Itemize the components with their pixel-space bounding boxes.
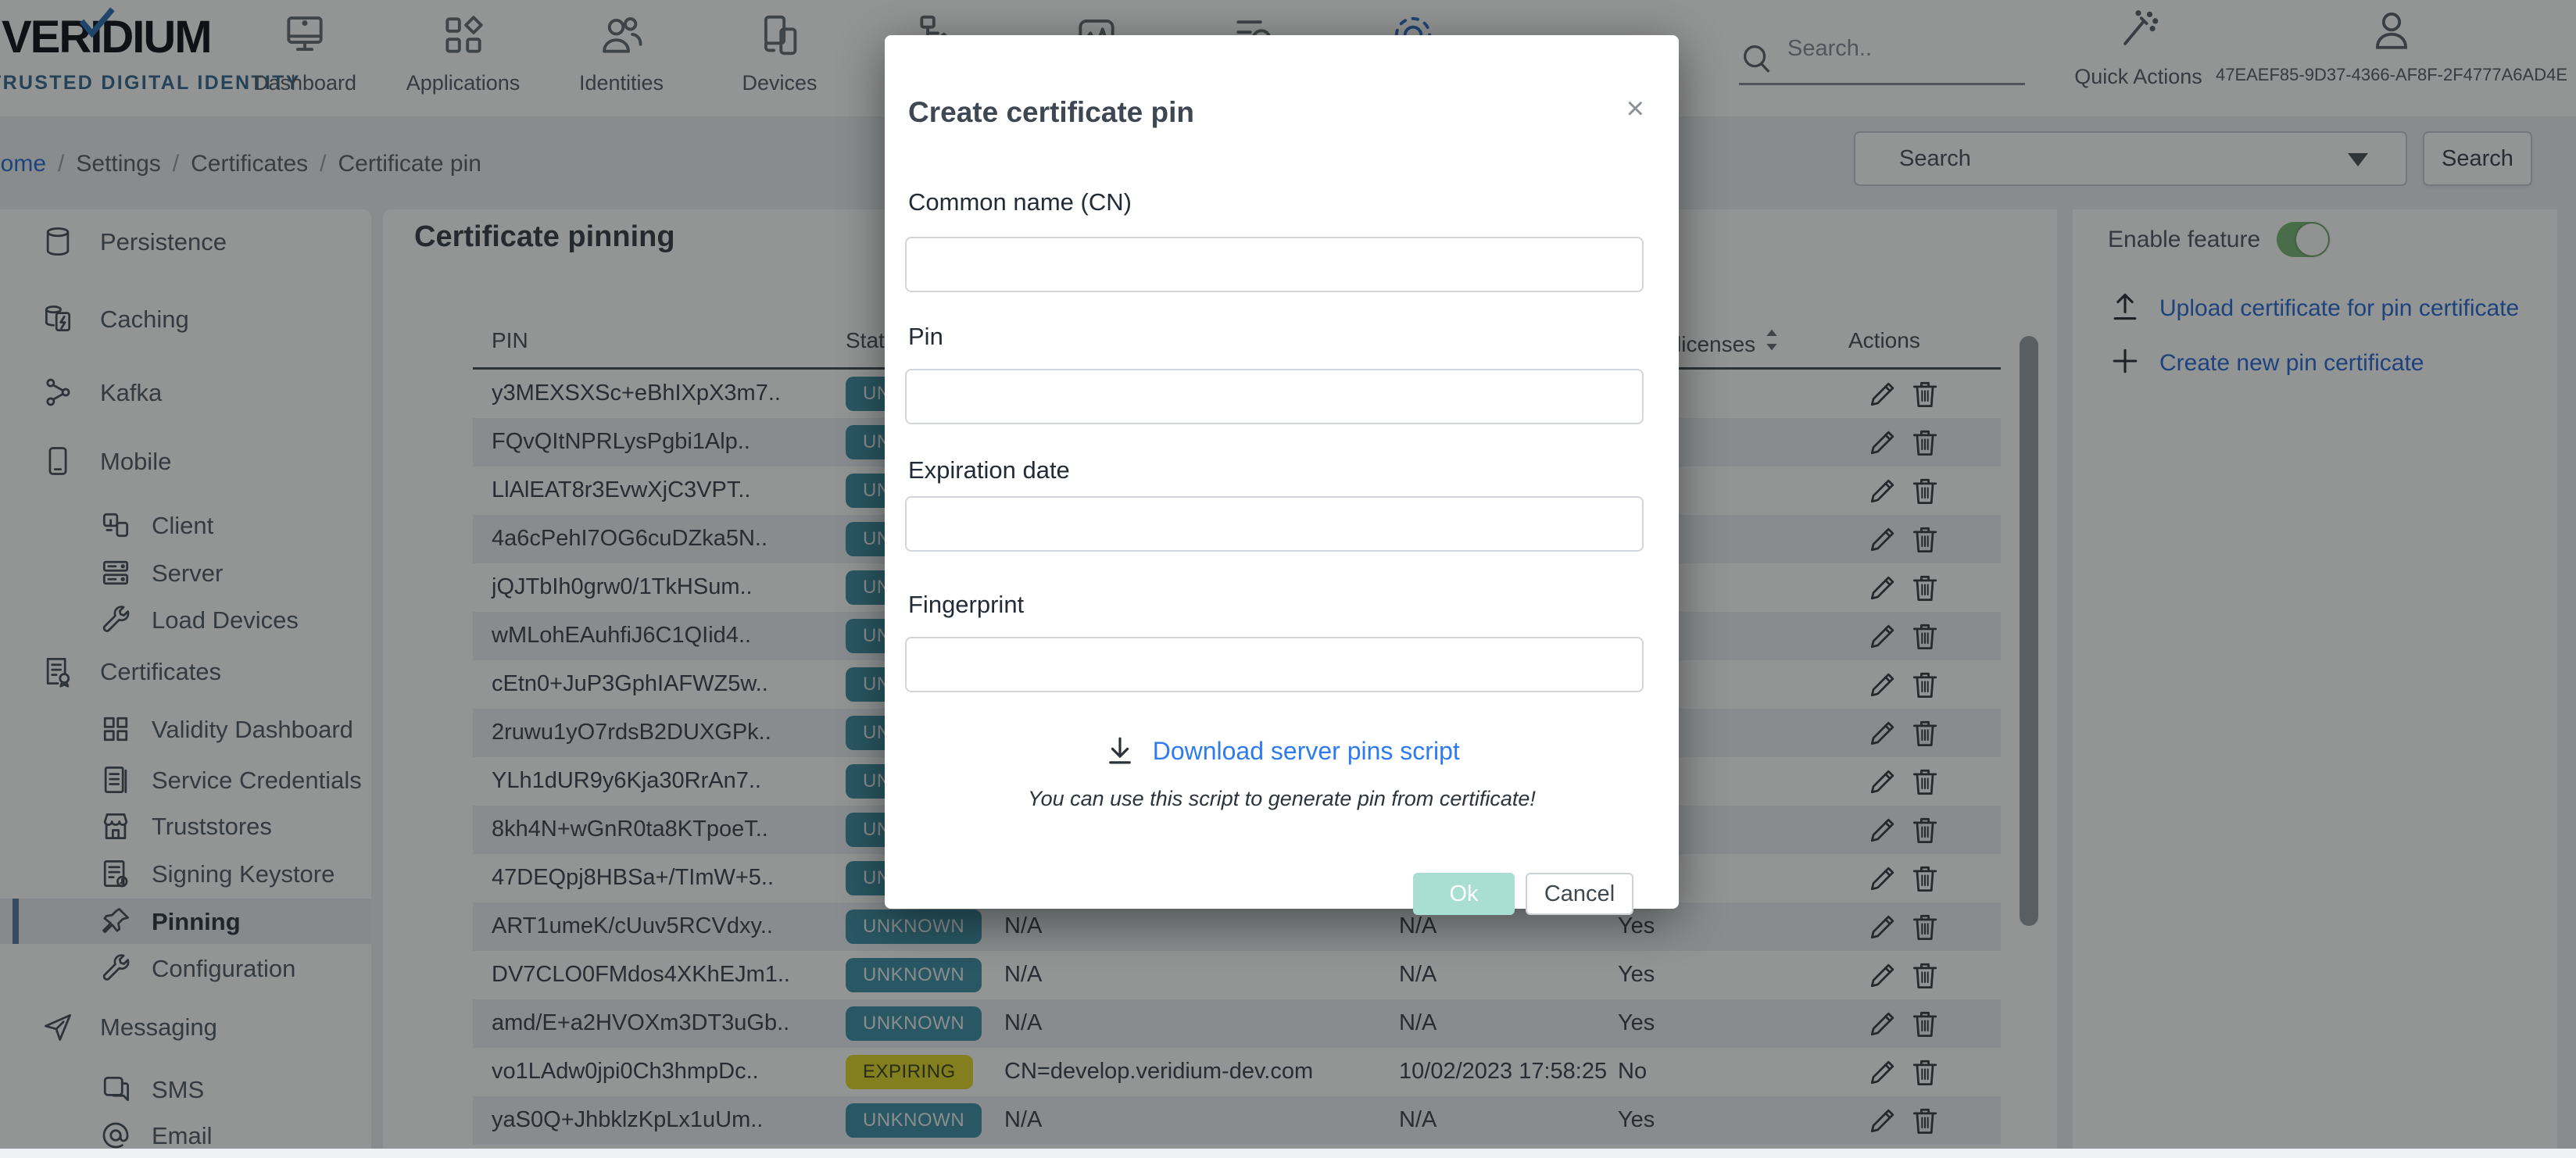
modal-title: Create certificate pin	[908, 96, 1194, 129]
field-label: Pin	[908, 323, 943, 351]
fld-common-name-cn--input[interactable]	[905, 237, 1644, 292]
fld-pin-input[interactable]	[905, 369, 1644, 424]
download-server-pins-link[interactable]: Download server pins script	[885, 733, 1679, 769]
field-label: Fingerprint	[908, 591, 1024, 619]
cancel-button[interactable]: Cancel	[1526, 873, 1633, 915]
field-label: Common name (CN)	[908, 188, 1132, 216]
download-icon	[1104, 733, 1136, 769]
ok-button[interactable]: Ok	[1413, 873, 1515, 915]
fld-fingerprint-input[interactable]	[905, 637, 1644, 692]
create-certificate-pin-modal: Create certificate pin × Common name (CN…	[885, 35, 1679, 909]
download-link-label: Download server pins script	[1153, 737, 1460, 766]
field-label: Expiration date	[908, 456, 1070, 484]
modal-note: You can use this script to generate pin …	[885, 787, 1679, 811]
close-icon[interactable]: ×	[1626, 93, 1644, 124]
fld-expiration-date-input[interactable]	[905, 496, 1644, 552]
